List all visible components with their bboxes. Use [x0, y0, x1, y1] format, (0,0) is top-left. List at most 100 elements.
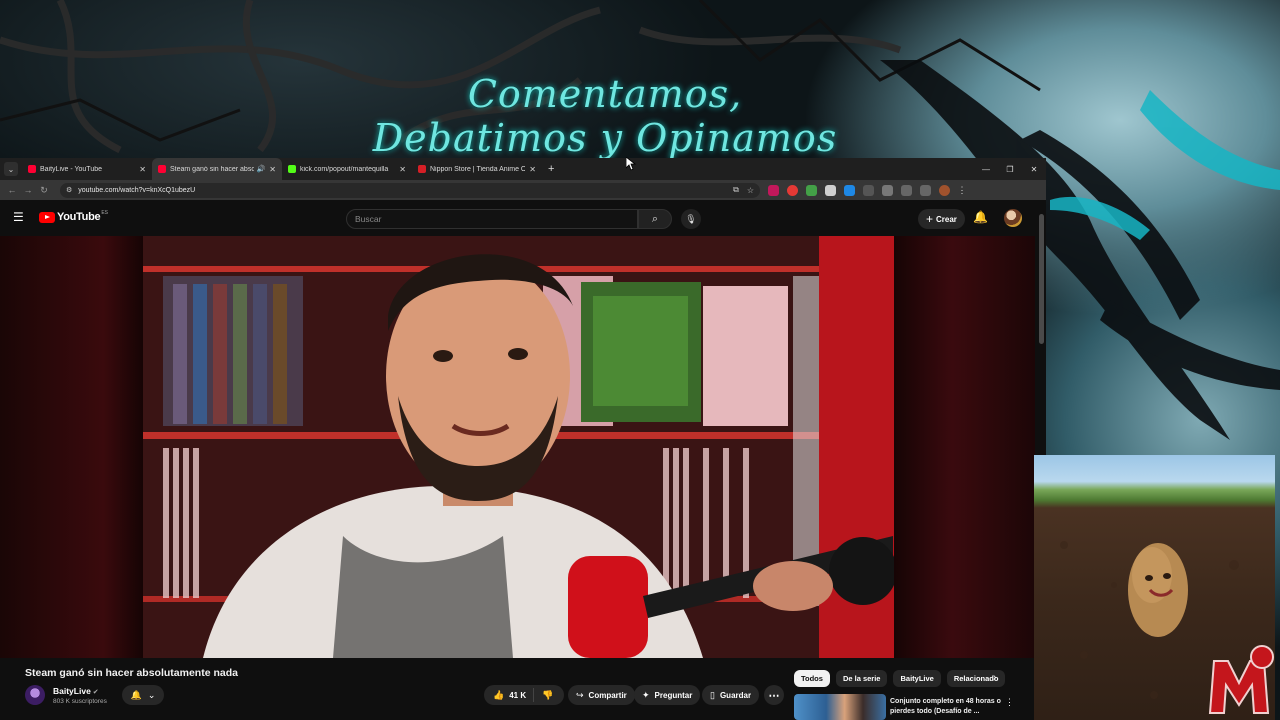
url-text: youtube.com/watch?v=knXcQ1ubezU	[78, 186, 196, 194]
video-frame[interactable]	[143, 236, 894, 658]
extension-icon-4[interactable]	[825, 184, 836, 196]
share-icon: ↪	[576, 689, 584, 700]
chip-channel[interactable]: BaityLive	[893, 670, 941, 687]
more-horizontal-icon: ⋯	[768, 689, 780, 702]
save-button[interactable]: ▯ Guardar	[702, 685, 760, 705]
dislike-button[interactable]: 👎	[534, 690, 553, 701]
recommendation-title[interactable]: Conjunto completo en 48 horas o pierdes …	[890, 697, 1002, 717]
back-icon[interactable]: ←	[4, 182, 20, 198]
subscription-bell-button[interactable]: 🔔 ⌄	[122, 685, 164, 705]
chip-series[interactable]: De la serie	[835, 670, 888, 687]
channel-m-logo	[1208, 645, 1274, 714]
extension-icon-3[interactable]	[806, 184, 817, 196]
sparkle-icon: ✦	[642, 689, 650, 700]
microphone-icon: 🎙	[685, 213, 697, 224]
subscriber-count: 803 K suscriptores	[53, 698, 107, 705]
extension-icon-6[interactable]	[863, 184, 874, 196]
reload-icon[interactable]: ↻	[36, 182, 52, 198]
tab-3[interactable]: Nippon Store | Tienda Anime O ✕	[412, 158, 542, 180]
save-label: Guardar	[719, 690, 752, 700]
close-window-icon[interactable]: ✕	[1022, 158, 1046, 180]
like-dislike-group: 👍 41 K 👎	[484, 685, 564, 705]
new-tab-button[interactable]: +	[548, 163, 554, 175]
search-icon: ⌕	[651, 212, 659, 225]
bookmark-icon: ▯	[710, 689, 715, 700]
browser-toolbar: ← → ↻ ⚙ youtube.com/watch?v=knXcQ1ubezU …	[0, 180, 1046, 200]
create-label: Crear	[936, 214, 957, 224]
ask-button[interactable]: ✦ Preguntar	[634, 685, 701, 705]
screenshot-icon[interactable]	[901, 184, 912, 196]
site-info-icon[interactable]: ⚙	[66, 186, 72, 194]
plus-icon: +	[926, 212, 934, 226]
video-player[interactable]	[0, 236, 1035, 658]
video-info: Steam ganó sin hacer absolutamente nada …	[0, 658, 1046, 720]
puzzle-extensions-icon[interactable]	[882, 184, 893, 196]
notifications-bell-icon[interactable]: 🔔	[973, 210, 988, 224]
speaker-icon[interactable]: 🔊	[257, 165, 266, 173]
sidebar-icon[interactable]	[920, 184, 931, 196]
search-button[interactable]: ⌕	[638, 209, 672, 229]
extension-icon-5[interactable]	[844, 184, 855, 196]
channel-name[interactable]: BaityLive ✔	[53, 686, 99, 696]
close-tab-icon[interactable]: ✕	[139, 165, 146, 174]
share-button[interactable]: ↪ Compartir	[568, 685, 635, 705]
recommendation-menu-icon[interactable]: ⋮	[1005, 697, 1014, 708]
browser-menu-icon[interactable]: ⋮	[954, 182, 970, 198]
bookmark-star-icon[interactable]: ☆	[747, 186, 754, 195]
chip-all[interactable]: Todos	[794, 670, 830, 687]
tab-1[interactable]: Steam ganó sin hacer absolutamente nada …	[152, 158, 282, 180]
youtube-logo-text: YouTube	[57, 211, 101, 223]
minimize-icon[interactable]: —	[974, 158, 998, 180]
video-title: Steam ganó sin hacer absolutamente nada	[25, 667, 238, 679]
like-button[interactable]: 👍 41 K	[484, 688, 534, 702]
chevron-right-icon[interactable]: ›	[993, 672, 996, 683]
recommendation-thumbnail[interactable]	[794, 694, 886, 720]
youtube-logo[interactable]: YouTube ES	[39, 210, 108, 223]
mouse-cursor-icon	[626, 157, 636, 171]
verified-check-icon: ✔	[92, 689, 99, 696]
page-scrollbar[interactable]	[1039, 214, 1044, 344]
bell-icon: 🔔	[130, 689, 142, 700]
tab-title: Steam ganó sin hacer absolutamente nada	[170, 165, 254, 173]
like-count: 41 K	[509, 690, 527, 700]
youtube-favicon-icon	[28, 165, 36, 173]
close-tab-icon[interactable]: ✕	[529, 165, 536, 174]
wallpaper-title: Comentamos, Debatimos y Opinamos	[372, 72, 838, 160]
cast-icon[interactable]: ⧉	[733, 185, 739, 195]
share-label: Compartir	[588, 690, 627, 700]
more-actions-button[interactable]: ⋯	[764, 685, 784, 705]
tab-search-icon[interactable]: ⌄	[4, 162, 18, 176]
thumbs-down-icon: 👎	[542, 689, 554, 700]
related-chips: Todos De la serie BaityLive Relacionado	[794, 670, 1006, 687]
store-favicon-icon	[418, 165, 426, 173]
channel-avatar[interactable]	[25, 685, 45, 705]
hamburger-menu-icon[interactable]: ☰	[13, 210, 33, 224]
user-avatar[interactable]	[1004, 209, 1022, 227]
extension-icon-2[interactable]	[787, 184, 798, 196]
chevron-down-icon: ⌄	[147, 689, 156, 700]
search-box	[346, 209, 638, 229]
tab-0[interactable]: BaityLive - YouTube ✕	[22, 158, 152, 180]
video-scene	[143, 236, 894, 658]
ask-label: Preguntar	[654, 690, 693, 700]
profile-avatar-icon[interactable]	[939, 184, 950, 196]
create-button[interactable]: + Crear	[918, 209, 965, 229]
search-input[interactable]	[355, 214, 637, 224]
tab-title: kick.com/popout/mantequilla	[300, 165, 389, 173]
youtube-favicon-icon	[158, 165, 166, 173]
tab-title: BaityLive - YouTube	[40, 165, 103, 173]
voice-search-button[interactable]: 🎙	[681, 209, 701, 229]
extension-icon-1[interactable]	[768, 184, 779, 196]
restore-icon[interactable]: ❐	[998, 158, 1022, 180]
close-tab-icon[interactable]: ✕	[269, 165, 276, 174]
tab-2[interactable]: kick.com/popout/mantequilla ✕	[282, 158, 412, 180]
close-tab-icon[interactable]: ✕	[399, 165, 406, 174]
kick-favicon-icon	[288, 165, 296, 173]
thumbs-up-icon: 👍	[493, 689, 505, 700]
chip-related[interactable]: Relacionado	[946, 670, 1006, 687]
forward-icon[interactable]: →	[20, 182, 36, 198]
browser-window: ⌄ BaityLive - YouTube ✕ Steam ganó sin h…	[0, 158, 1046, 720]
tab-title: Nippon Store | Tienda Anime O	[430, 165, 526, 173]
youtube-masthead: ☰ YouTube ES ⌕ 🎙 + Crear 🔔	[0, 200, 1046, 234]
address-bar[interactable]: ⚙ youtube.com/watch?v=knXcQ1ubezU ⧉ ☆	[60, 182, 760, 198]
